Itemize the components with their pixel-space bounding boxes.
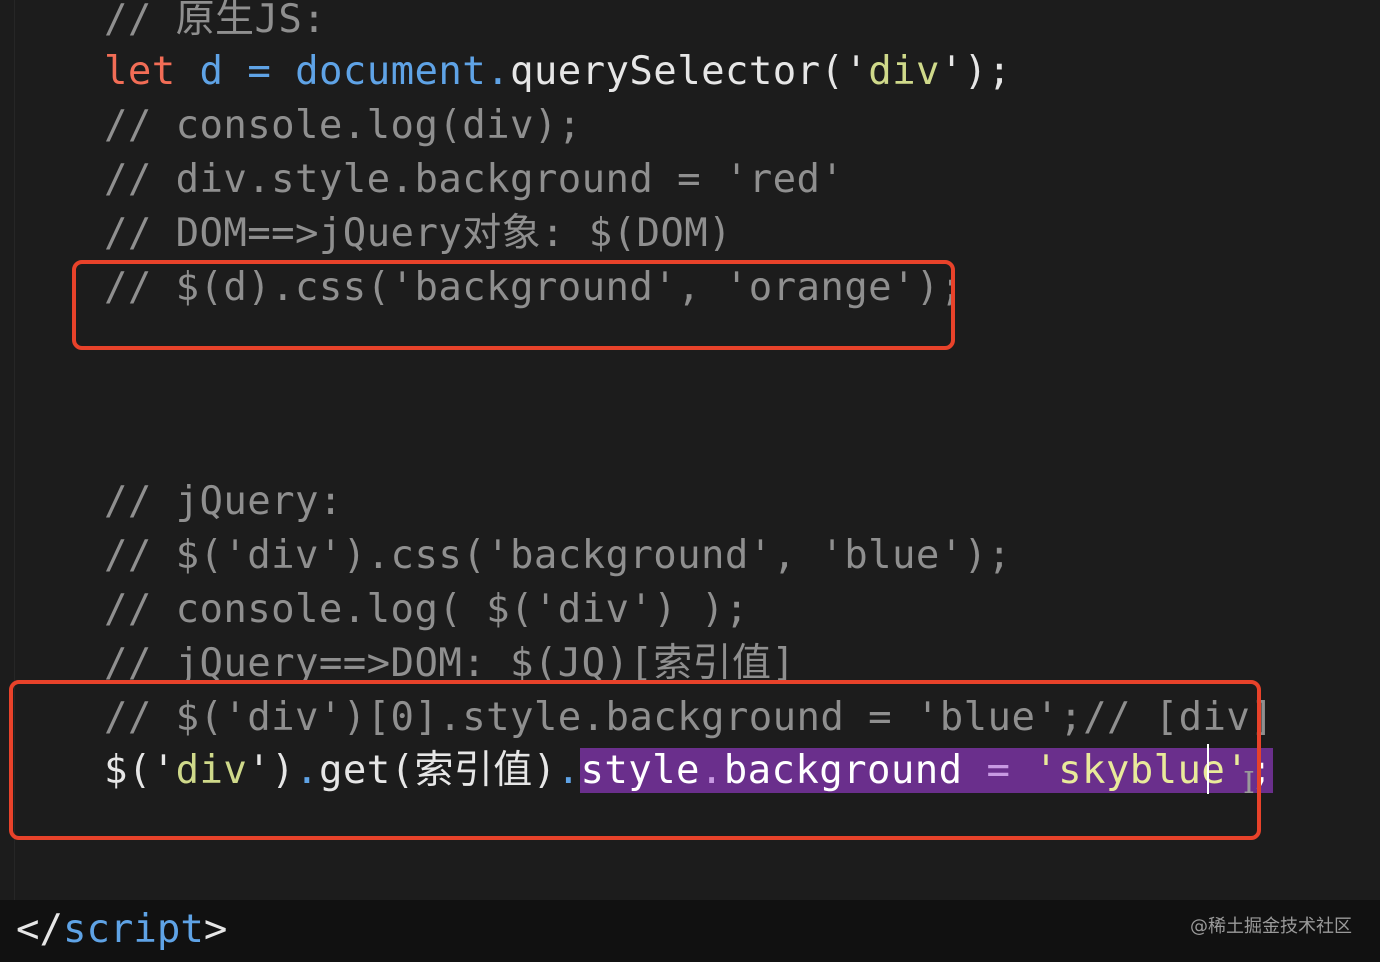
quote-close: ' <box>939 49 964 94</box>
code-line-2[interactable]: let d = document.querySelector('div'); <box>104 46 1012 98</box>
method-call: querySelector( <box>510 49 845 94</box>
code-line-3[interactable]: // console.log(div); <box>104 100 582 152</box>
code-line-1[interactable]: // 原生JS: <box>104 0 326 46</box>
code-line-8[interactable]: // $('div').css('background', 'blue'); <box>104 530 1011 582</box>
closing-script-tag[interactable]: </script> <box>16 904 227 956</box>
tag-close-bracket: > <box>203 907 228 952</box>
member-dot: . <box>486 49 511 94</box>
tag-open-bracket: </ <box>16 907 63 952</box>
keyword-let: let <box>104 49 176 94</box>
quote-open: ' <box>844 49 869 94</box>
code-editor[interactable]: // 原生JS: let d = document.querySelector(… <box>0 0 1380 900</box>
code-line-7[interactable]: // jQuery: <box>104 476 343 528</box>
string-literal: div <box>868 49 940 94</box>
statement-end: ); <box>963 49 1012 94</box>
code-line-4[interactable]: // div.style.background = 'red' <box>104 154 844 206</box>
variable-d: d <box>199 49 224 94</box>
assign-operator: = <box>247 49 272 94</box>
document-object: document <box>295 49 487 94</box>
highlight-box-jquery-to-dom <box>9 680 1261 840</box>
watermark: @稀土掘金技术社区 <box>1190 916 1352 937</box>
highlight-box-dom-to-jquery <box>72 260 955 350</box>
code-line-5[interactable]: // DOM==>jQuery对象: $(DOM) <box>104 208 732 260</box>
code-line-9[interactable]: // console.log( $('div') ); <box>104 584 749 636</box>
tag-name: script <box>62 907 204 952</box>
